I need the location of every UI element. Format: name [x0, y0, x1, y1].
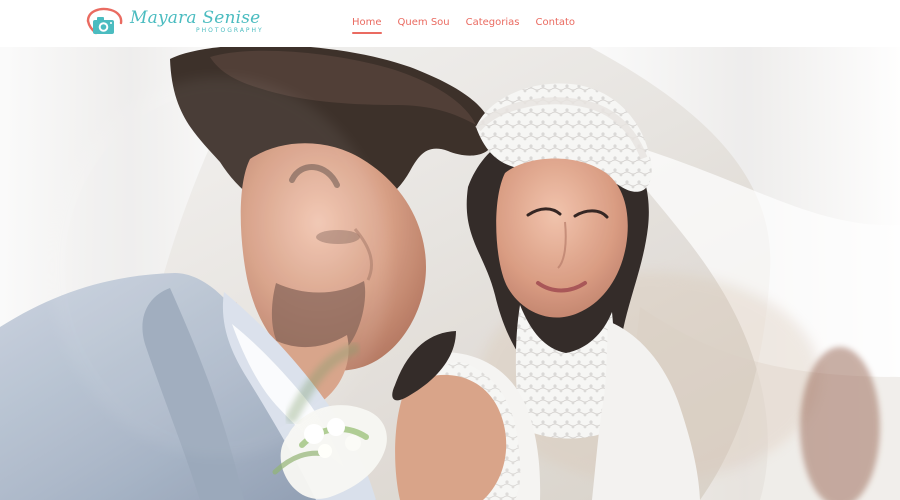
- site-header: Mayara Senise PHOTOGRAPHY Home Quem Sou …: [0, 0, 900, 47]
- nav-home[interactable]: Home: [352, 16, 382, 34]
- website-page: Mayara Senise PHOTOGRAPHY Home Quem Sou …: [0, 0, 900, 500]
- nav-categorias[interactable]: Categorias: [466, 16, 520, 32]
- brand-name: Mayara Senise: [130, 8, 261, 28]
- site-logo[interactable]: Mayara Senise PHOTOGRAPHY: [84, 6, 262, 40]
- brand-subtitle: PHOTOGRAPHY: [196, 27, 264, 34]
- main-navigation: Home Quem Sou Categorias Contato: [352, 16, 576, 34]
- nav-contato[interactable]: Contato: [536, 16, 576, 32]
- wedding-photo: [0, 47, 900, 500]
- camera-icon: [84, 6, 124, 38]
- nav-quem-sou[interactable]: Quem Sou: [398, 16, 450, 32]
- hero-photo: [0, 47, 900, 500]
